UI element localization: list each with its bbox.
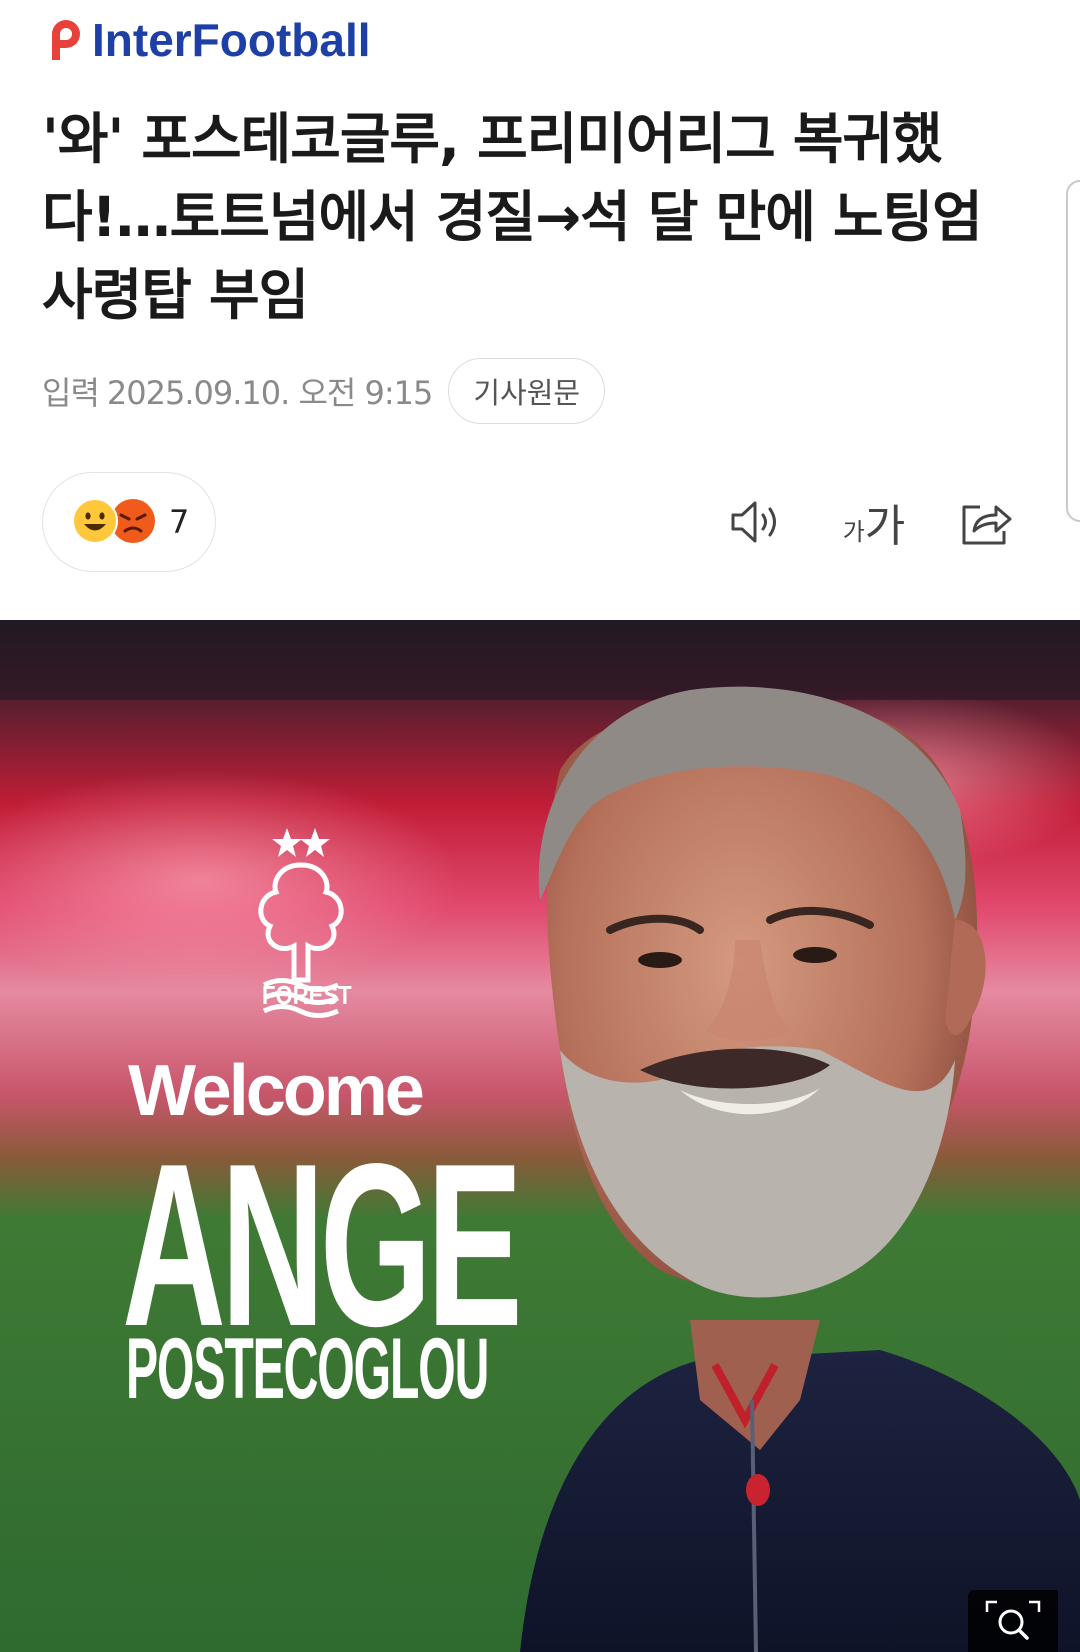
article-page: InterFootball '와' 포스테코글루, 프리미어리그 복귀했 다!……	[0, 0, 1080, 1652]
reaction-faces	[71, 495, 163, 549]
title-line: '와' 포스테코글루, 프리미어리그 복귀했	[42, 107, 943, 171]
speaker-icon	[731, 501, 776, 543]
published-label: 입력	[42, 374, 100, 412]
last-name-caption: POSTECOGLOU	[126, 1321, 489, 1417]
brand-name: InterFootball	[92, 14, 371, 66]
magnifier-icon	[985, 1600, 1041, 1640]
font-size-small-label: 가	[842, 517, 865, 546]
published-date: 2025.09.10. 오전 9:15	[106, 374, 433, 412]
title-line: 사령탑 부임	[42, 263, 309, 327]
reaction-button[interactable]: 7	[42, 472, 216, 572]
article-image[interactable]: Welcome ANGE POSTECOGLOU FOREST	[0, 620, 1080, 1652]
club-wordmark: FOREST	[262, 980, 352, 1010]
brand-logo[interactable]: InterFootball	[42, 14, 371, 66]
article-meta: 입력 2025.09.10. 오전 9:15 기사원문	[42, 358, 606, 424]
original-article-button[interactable]: 기사원문	[448, 358, 606, 424]
side-scroll-handle[interactable]	[1066, 180, 1080, 522]
reaction-count: 7	[169, 503, 190, 541]
image-zoom-button[interactable]	[968, 1590, 1058, 1652]
share-button[interactable]	[958, 492, 1016, 552]
article-title: '와' 포스테코글루, 프리미어리그 복귀했 다!…토트넘에서 경질→석 달 만…	[42, 100, 1042, 334]
font-size-button[interactable]: 가 가	[838, 492, 910, 552]
title-line: 다!…토트넘에서 경질→석 달 만에 노팅엄	[42, 185, 983, 249]
font-size-large-label: 가	[864, 501, 906, 552]
share-icon	[962, 505, 1012, 545]
listen-button[interactable]	[728, 492, 786, 552]
happy-face-icon	[72, 498, 118, 544]
logo-mark-icon	[52, 20, 80, 60]
